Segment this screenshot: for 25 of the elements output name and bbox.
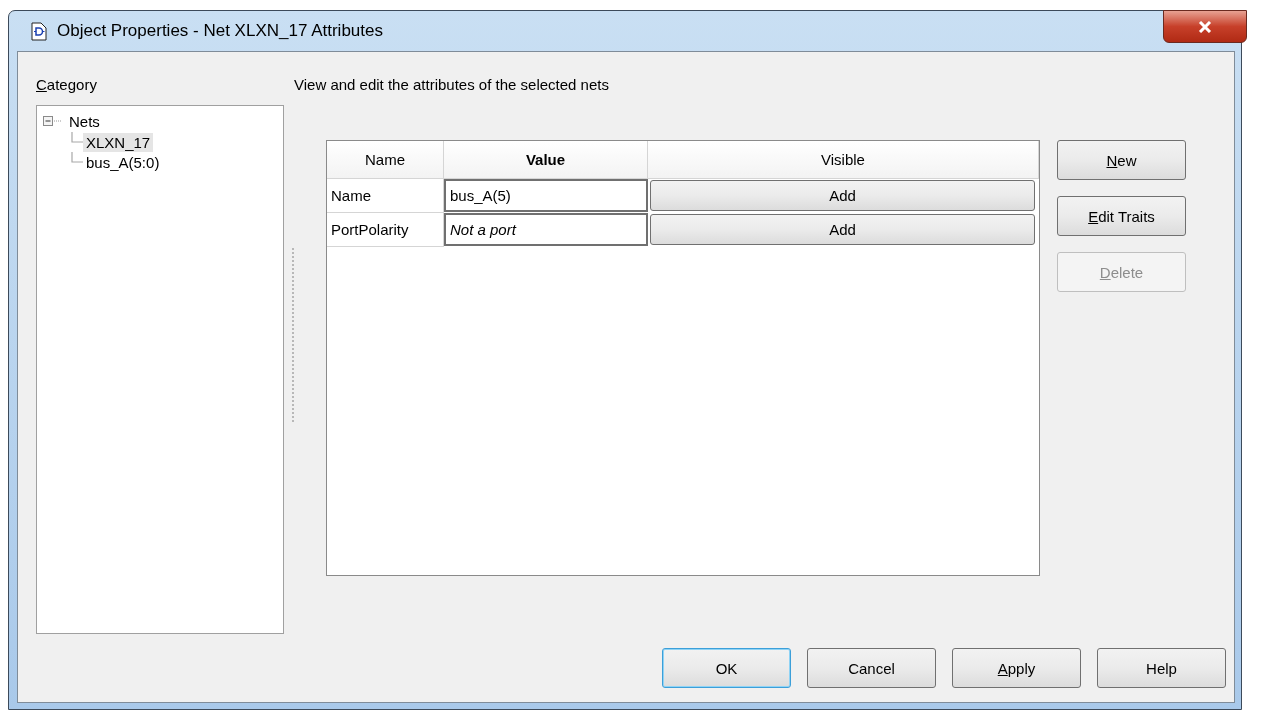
tree-connector <box>71 132 83 143</box>
column-header[interactable]: Name <box>327 141 444 179</box>
dialog-button[interactable]: OK <box>662 648 791 688</box>
column-header[interactable]: Value <box>444 141 648 179</box>
document-icon <box>31 21 47 41</box>
category-label: Category <box>36 76 97 93</box>
action-button[interactable]: New <box>1057 140 1186 180</box>
column-header[interactable]: Visible <box>648 141 1039 179</box>
tree-connector <box>71 152 83 163</box>
close-button[interactable] <box>1163 10 1247 43</box>
description-text: View and edit the attributes of the selected nets <box>294 76 609 93</box>
window-title: Object Properties - Net XLXN_17 Attributes <box>57 21 383 41</box>
close-icon <box>1198 20 1212 33</box>
tree-item[interactable]: Nets <box>66 111 103 131</box>
add-button[interactable]: Add <box>650 214 1035 245</box>
collapse-icon[interactable] <box>43 115 63 127</box>
dialog-button[interactable]: Cancel <box>807 648 936 688</box>
value-field[interactable]: Not a port <box>444 213 648 246</box>
tree-item[interactable]: XLXN_17 <box>83 132 154 152</box>
tree-item[interactable]: bus_A(5:0) <box>83 152 163 172</box>
dialog-button[interactable]: Apply <box>952 648 1081 688</box>
value-field[interactable]: bus_A(5) <box>444 179 648 212</box>
dialog-button[interactable]: Help <box>1097 648 1226 688</box>
add-button[interactable]: Add <box>650 180 1035 211</box>
action-button[interactable]: Edit Traits <box>1057 196 1186 236</box>
